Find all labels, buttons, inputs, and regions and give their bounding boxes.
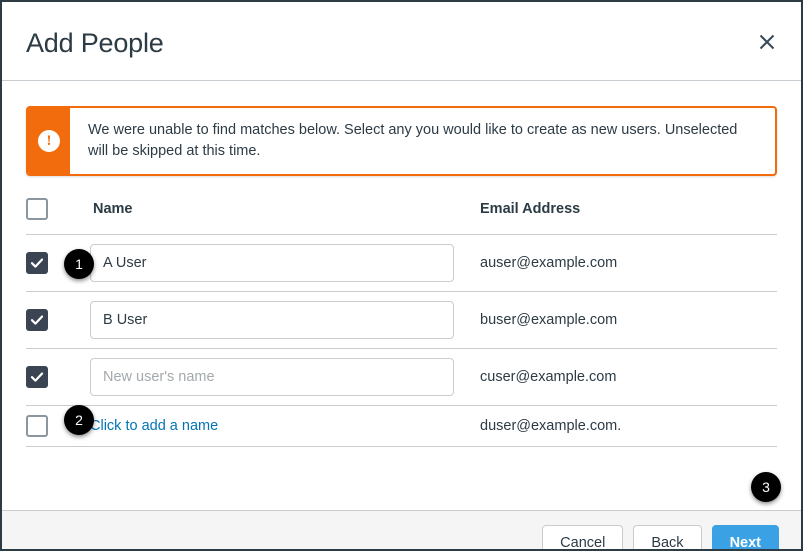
close-button[interactable]	[751, 26, 783, 58]
row-name-cell	[90, 234, 480, 292]
row-email: buser@example.com	[480, 291, 777, 349]
table-row: auser@example.com	[26, 234, 777, 292]
column-header-name: Name	[90, 198, 480, 235]
row-email: duser@example.com.	[480, 405, 777, 447]
name-input[interactable]	[90, 244, 454, 282]
people-table: Name Email Address A User auser@example.…	[26, 198, 777, 447]
row-checkbox-cell	[26, 405, 90, 447]
alert-banner: ! We were unable to find matches below. …	[26, 106, 777, 176]
table-row: buser@example.com	[26, 291, 777, 349]
add-people-dialog: Add People ! We were unable to find matc…	[0, 0, 803, 551]
row-email: auser@example.com	[480, 234, 777, 292]
name-input[interactable]	[90, 301, 454, 339]
table-header: Name Email Address	[26, 198, 777, 235]
alert-icon-bar: !	[28, 108, 70, 174]
close-icon	[757, 32, 777, 52]
add-name-link[interactable]: Click to add a name	[90, 409, 218, 443]
dialog-header: Add People	[2, 2, 801, 81]
next-button[interactable]: Next	[711, 524, 779, 549]
row-checkbox[interactable]	[26, 252, 48, 274]
table-row: cuser@example.com	[26, 348, 777, 406]
row-email: cuser@example.com	[480, 348, 777, 406]
row-checkbox[interactable]	[26, 366, 48, 388]
table-row: Click to add a name duser@example.com.	[26, 405, 777, 447]
name-input[interactable]	[90, 358, 454, 396]
warning-icon: !	[38, 130, 60, 152]
row-checkbox-cell	[26, 348, 90, 406]
column-header-email: Email Address	[480, 198, 777, 235]
back-button[interactable]: Back	[633, 524, 702, 549]
row-checkbox[interactable]	[26, 309, 48, 331]
cancel-button[interactable]: Cancel	[542, 524, 624, 549]
table-header-row: Name Email Address	[26, 198, 777, 235]
select-all-header	[26, 198, 90, 235]
row-name-cell	[90, 348, 480, 406]
row-checkbox-cell	[26, 291, 90, 349]
page-title: Add People	[26, 28, 164, 58]
table-body: auser@example.com buser@example.	[26, 234, 777, 447]
select-all-checkbox[interactable]	[26, 198, 48, 220]
row-name-cell	[90, 291, 480, 349]
row-checkbox[interactable]	[26, 415, 48, 437]
row-checkbox-cell	[26, 234, 90, 292]
alert-message: We were unable to find matches below. Se…	[88, 121, 738, 159]
dialog-footer: Cancel Back Next	[2, 510, 801, 549]
row-name-cell: Click to add a name	[90, 405, 480, 447]
dialog-body: ! We were unable to find matches below. …	[2, 106, 801, 510]
